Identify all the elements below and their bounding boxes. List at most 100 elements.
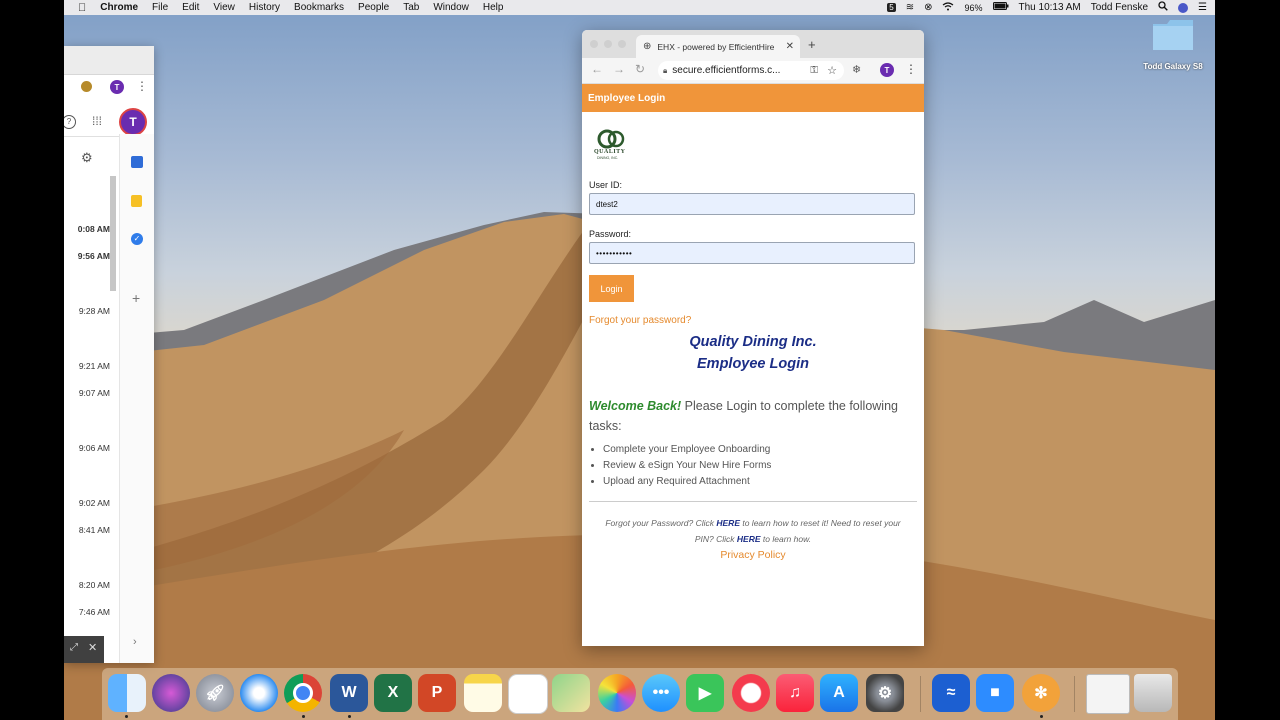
qd-logo-icon (597, 129, 625, 149)
zoom-icon[interactable]: ■ (976, 674, 1014, 712)
password-label: Password: (589, 229, 632, 239)
zoom-window-button[interactable] (618, 40, 626, 48)
launchpad-icon[interactable]: 🚀︎ (196, 674, 234, 712)
menu-bookmarks[interactable]: Bookmarks (294, 2, 344, 13)
key-icon[interactable]: ⚿ (810, 65, 818, 76)
browser-window[interactable]: ⊕ EHX - powered by EfficientHire ✕ + ← →… (582, 30, 924, 646)
messages-icon[interactable]: ••• (642, 674, 680, 712)
close-icon[interactable]: ✕ (88, 641, 97, 654)
menu-app-chrome[interactable]: Chrome (100, 2, 138, 13)
chrome-icon[interactable] (284, 674, 322, 712)
safari-icon[interactable] (240, 674, 278, 712)
tasks-icon[interactable]: ✓ (131, 233, 143, 245)
extension-status-icon[interactable]: 5 (887, 3, 896, 12)
menu-bar:  Chrome File Edit View History Bookmark… (64, 0, 1215, 15)
profile-avatar-small[interactable]: T (110, 80, 124, 94)
help-icon[interactable]: ? (64, 115, 76, 129)
battery-percent: 96% (964, 2, 983, 13)
clock[interactable]: Thu 10:13 AM (1019, 2, 1081, 13)
email-time: 9:07 AM (78, 388, 110, 398)
user-id-label: User ID: (589, 180, 623, 190)
misc-icon[interactable]: ✻ (1022, 674, 1060, 712)
reload-icon[interactable]: ↻ (635, 62, 645, 76)
battery-icon[interactable] (992, 2, 1009, 13)
compose-popup-bar[interactable]: ⤢ ✕ (64, 636, 104, 663)
minimize-window-button[interactable] (604, 40, 612, 48)
powerpoint-icon[interactable]: P (418, 674, 456, 712)
teamviewer-icon[interactable]: ≈ (932, 674, 970, 712)
extension-icon[interactable]: ❄ (852, 63, 861, 76)
new-tab-button[interactable]: + (808, 37, 816, 52)
reset-password-link[interactable]: HERE (716, 518, 740, 528)
user-id-input[interactable]: dtest2 (589, 193, 915, 215)
desktop-folder[interactable]: Todd Galaxy S8 (1130, 18, 1215, 78)
globe-icon: ⊕ (643, 41, 652, 52)
profile-avatar[interactable]: T (880, 63, 894, 77)
menu-history[interactable]: History (249, 2, 280, 13)
task-list: Complete your Employee Onboarding Review… (589, 444, 917, 487)
user-name[interactable]: Todd Fenske (1091, 2, 1148, 13)
menu-help[interactable]: Help (483, 2, 504, 13)
apps-grid-icon[interactable]: ⁞⁞⁞ (92, 114, 102, 128)
login-button[interactable]: Login (589, 275, 634, 302)
running-indicator (125, 715, 128, 718)
dock-separator (1074, 676, 1075, 712)
forward-icon[interactable]: → (613, 62, 625, 76)
expand-icon[interactable]: ⤢ (70, 642, 78, 653)
expand-panel-icon[interactable]: › (133, 636, 137, 648)
siri-icon[interactable] (152, 674, 190, 712)
settings-gear-icon[interactable]: ⚙ (81, 150, 93, 166)
extension-icon[interactable] (81, 81, 92, 92)
apple-icon[interactable]:  (78, 2, 86, 14)
finder-icon[interactable] (108, 674, 146, 712)
spotlight-search-icon[interactable] (1158, 1, 1168, 14)
menu-people[interactable]: People (358, 2, 389, 13)
background-chrome-window[interactable]: T ⋮ ? ⁞⁞⁞ T ⚙ ✓ + › 0:08 AM 9:56 AM 9:28… (64, 46, 154, 663)
scrollbar[interactable] (110, 176, 116, 291)
photos-icon[interactable] (598, 674, 636, 712)
wifi-icon[interactable] (942, 1, 954, 14)
keep-icon[interactable] (131, 195, 142, 207)
siri-menu-icon[interactable] (1178, 2, 1189, 13)
wave-status-icon[interactable]: ≋ (906, 2, 914, 13)
excel-icon[interactable]: X (374, 674, 412, 712)
reset-pin-link[interactable]: HERE (737, 534, 761, 544)
notification-center-icon[interactable]: ☰ (1198, 2, 1207, 13)
calendar-icon[interactable] (131, 156, 143, 168)
more-menu-icon[interactable]: ⋮ (136, 79, 148, 93)
more-menu-icon[interactable]: ⋮ (905, 62, 917, 76)
privacy-policy-link[interactable]: Privacy Policy (589, 549, 917, 561)
trash-icon[interactable] (1134, 674, 1172, 712)
desktop:  Chrome File Edit View History Bookmark… (64, 0, 1215, 720)
system-preferences-icon[interactable]: ⚙ (866, 674, 904, 712)
password-input[interactable]: ••••••••••• (589, 242, 915, 264)
menu-edit[interactable]: Edit (182, 2, 199, 13)
email-time: 7:46 AM (78, 607, 110, 617)
menu-tab[interactable]: Tab (403, 2, 419, 13)
facetime-icon[interactable]: ▶ (686, 674, 724, 712)
dock: 🚀︎ W X P ••• ▶ ♫ A ⚙ ≈ ■ ✻ (102, 668, 1178, 720)
back-icon[interactable]: ← (591, 62, 603, 76)
menu-view[interactable]: View (213, 2, 235, 13)
url-field[interactable]: 🔒︎ secure.efficientforms.c... ⚿ ☆ (658, 61, 844, 80)
close-tab-icon[interactable]: ✕ (786, 41, 794, 52)
close-window-button[interactable] (590, 40, 598, 48)
app-store-icon[interactable]: A (820, 674, 858, 712)
email-time: 9:02 AM (78, 498, 110, 508)
add-addon-icon[interactable]: + (132, 290, 140, 306)
word-icon[interactable]: W (330, 674, 368, 712)
bookmark-star-icon[interactable]: ☆ (827, 64, 837, 77)
reminders-icon[interactable] (508, 674, 548, 714)
news-icon[interactable] (732, 674, 770, 712)
profile-avatar[interactable]: T (119, 108, 147, 136)
music-icon[interactable]: ♫ (776, 674, 814, 712)
maps-icon[interactable] (552, 674, 590, 712)
notes-icon[interactable] (464, 674, 502, 712)
tab-ehx[interactable]: ⊕ EHX - powered by EfficientHire ✕ (636, 35, 800, 58)
menu-file[interactable]: File (152, 2, 168, 13)
document-icon[interactable] (1086, 674, 1130, 714)
forgot-password-link[interactable]: Forgot your password? (589, 315, 917, 326)
sync-status-icon[interactable]: ⊗ (924, 2, 932, 13)
side-panel: ✓ + › (119, 134, 154, 663)
menu-window[interactable]: Window (433, 2, 469, 13)
